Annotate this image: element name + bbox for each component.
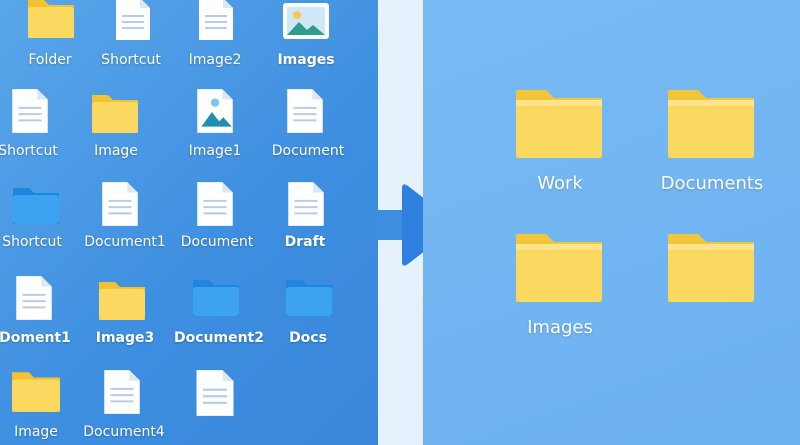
image-file-icon <box>283 3 329 39</box>
item-label: Doment1 <box>0 330 71 346</box>
item-label: Draft <box>284 234 326 250</box>
desktop-item-shortcut[interactable]: Shortcut <box>0 85 70 165</box>
item-label: Document <box>180 234 254 250</box>
yellow-folder-icon <box>668 234 754 302</box>
desktop-item-document[interactable]: Document <box>175 180 260 260</box>
item-label: Shortcut <box>101 52 161 68</box>
yellow-folder-icon <box>12 372 60 412</box>
desktop-item-image[interactable]: Image <box>0 362 75 445</box>
folder-label: Images <box>527 317 593 338</box>
desktop-item-image[interactable]: Image <box>80 85 155 165</box>
desktop-item-untitled-document[interactable] <box>185 362 255 445</box>
item-label: Folder <box>28 52 72 68</box>
folder-untitled[interactable] <box>658 224 788 344</box>
item-label: Image3 <box>95 330 155 346</box>
desktop-item-image2[interactable]: Image2 <box>170 0 265 75</box>
desktop-item-images[interactable]: Images <box>260 0 355 75</box>
yellow-folder-icon <box>99 282 145 320</box>
item-label: Document <box>271 143 345 159</box>
destination-pane: Work Documents Images <box>423 0 800 445</box>
desktop-item-image1[interactable]: Image1 <box>180 85 250 165</box>
yellow-folder-icon <box>516 90 602 158</box>
folder-images[interactable]: Images <box>508 224 618 344</box>
item-label: Shortcut <box>0 143 58 159</box>
item-label: Document4 <box>83 424 165 440</box>
yellow-folder-icon <box>516 234 602 302</box>
desktop-item-image3[interactable]: Image3 <box>85 272 165 352</box>
document-icon <box>12 89 48 133</box>
desktop-item-document2[interactable]: Document2 <box>174 272 265 352</box>
item-label: Image1 <box>188 143 242 159</box>
source-pane: Folder Shortcut Image2 Images Shortcut I… <box>0 0 378 445</box>
desktop-item-document1[interactable]: Document1 <box>80 180 170 260</box>
item-label: Shortcut <box>2 234 62 250</box>
document-icon <box>102 182 138 226</box>
folder-label: Documents <box>660 173 764 194</box>
folder-documents[interactable]: Documents <box>658 80 788 200</box>
folder-work[interactable]: Work <box>508 80 618 200</box>
desktop-item-shortcut[interactable]: Shortcut <box>85 0 180 75</box>
item-label: Document1 <box>84 234 166 250</box>
image-file-icon <box>197 89 233 133</box>
document-icon <box>199 0 233 40</box>
document-icon <box>287 89 323 133</box>
document-icon <box>16 276 52 320</box>
folder-label: Work <box>537 173 583 194</box>
desktop-item-docs[interactable]: Docs <box>275 272 345 352</box>
blue-folder-icon <box>13 188 59 224</box>
item-label: Docs <box>289 330 327 346</box>
yellow-folder-icon <box>28 0 74 38</box>
item-label: Document2 <box>174 330 264 346</box>
yellow-folder-icon <box>668 90 754 158</box>
desktop-item-doment1[interactable]: Doment1 <box>0 272 75 352</box>
item-label: Image <box>14 424 58 440</box>
desktop-item-shortcut[interactable]: Shortcut <box>0 180 70 260</box>
yellow-folder-icon <box>92 95 138 133</box>
desktop-item-document4[interactable]: Document4 <box>80 362 175 445</box>
blue-folder-icon <box>193 280 239 316</box>
desktop-item-draft[interactable]: Draft <box>270 180 345 260</box>
item-label: Images <box>277 52 335 68</box>
desktop-item-document[interactable]: Document <box>265 85 350 165</box>
item-label: Image <box>94 143 138 159</box>
item-label: Image2 <box>188 52 242 68</box>
document-icon <box>196 370 234 416</box>
document-icon <box>288 182 324 226</box>
blue-folder-icon <box>286 280 332 316</box>
document-icon <box>197 182 233 226</box>
document-icon <box>104 370 140 414</box>
document-icon <box>116 0 150 40</box>
